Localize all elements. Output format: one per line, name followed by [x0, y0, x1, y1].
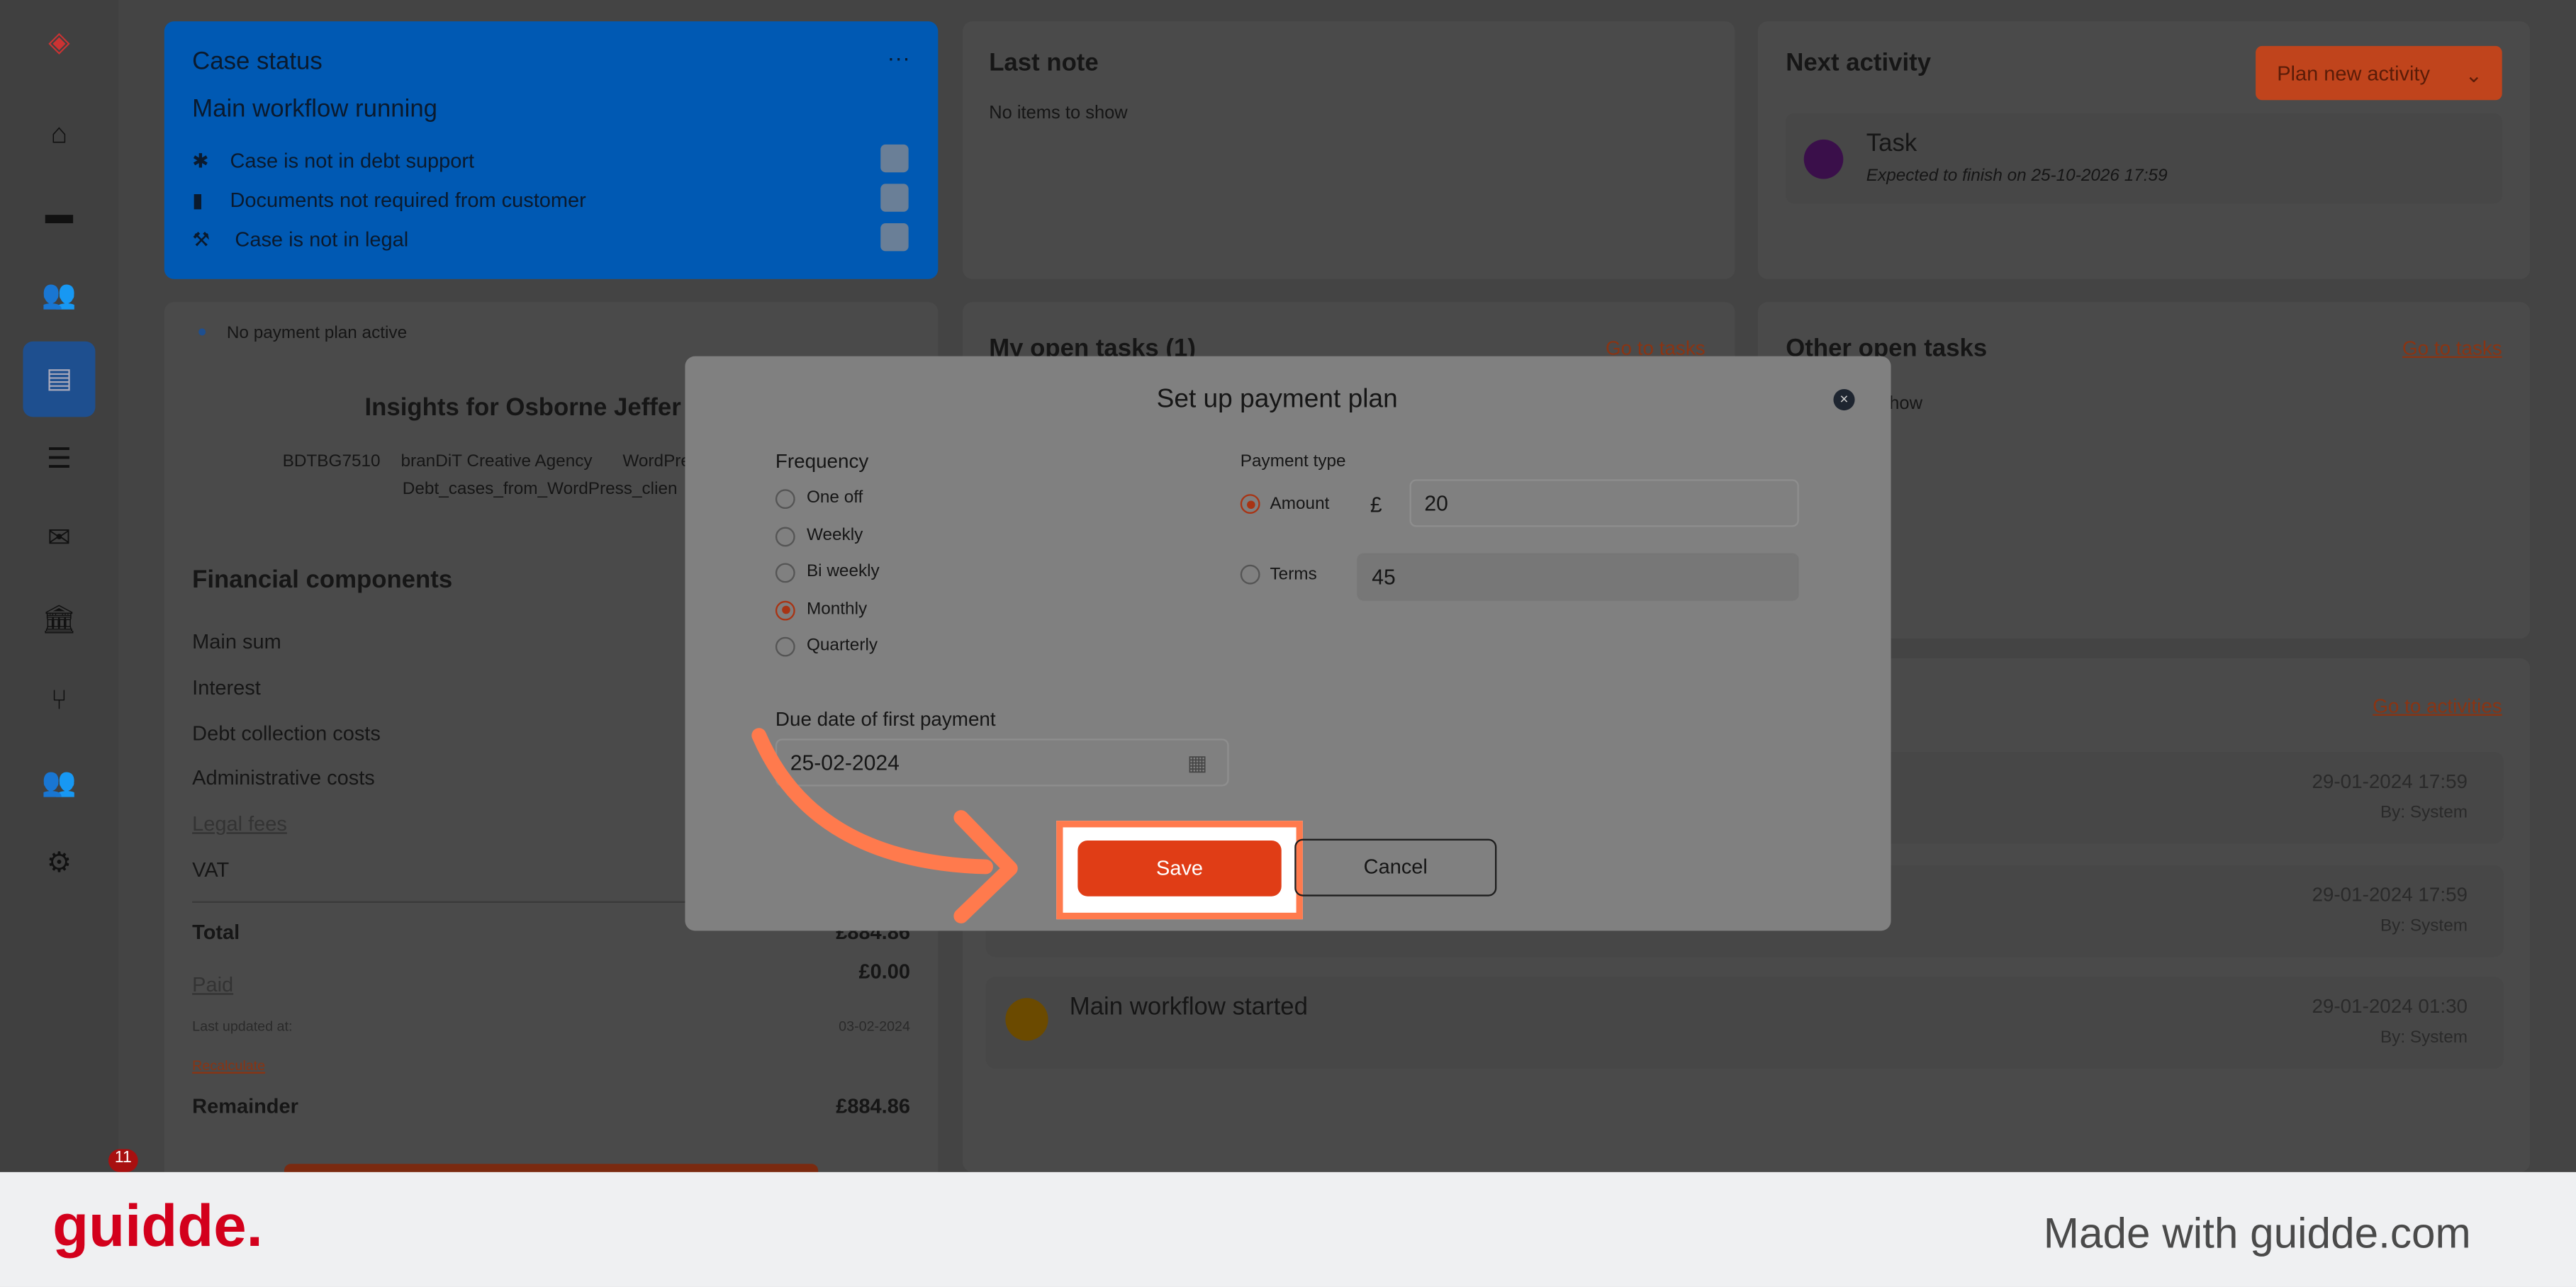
notification-badge[interactable]: 11 — [108, 1149, 138, 1172]
database-icon[interactable]: ☰ — [36, 437, 82, 483]
case-status-title: Case status — [192, 47, 323, 76]
total-label: Total — [192, 921, 240, 944]
footer-tagline: Made with guidde.com — [2043, 1208, 2471, 1258]
remainder-value: £884.86 — [836, 1094, 910, 1118]
cancel-button[interactable]: Cancel — [1294, 838, 1497, 897]
frequency-radio[interactable] — [775, 526, 795, 546]
mail-icon[interactable]: ✉ — [36, 515, 82, 561]
insights-title: Insights for Osborne Jeffer — [364, 393, 681, 422]
go-to-activities-link[interactable]: Go to activities — [2373, 695, 2502, 717]
amount-label: Amount — [1270, 494, 1330, 515]
chevron-down-icon: ⌄ — [2465, 64, 2482, 87]
status-checkbox[interactable] — [880, 144, 909, 173]
remainder-label: Remainder — [192, 1094, 298, 1118]
asterisk-icon: ✱ — [192, 149, 209, 173]
modal-title: Set up payment plan — [1156, 386, 1398, 414]
status-item: Documents not required from customer — [230, 189, 586, 212]
guidde-logo: guidde. — [52, 1191, 263, 1259]
home-icon[interactable]: ⌂ — [36, 112, 82, 158]
activity-date: 29-01-2024 17:59 — [2312, 883, 2468, 906]
next-activity-card: Next activity Plan new activity ⌄ Task Ex… — [1757, 21, 2531, 279]
bank-icon[interactable]: 🏛 — [36, 597, 82, 644]
document-icon: ▮ — [192, 189, 203, 212]
status-item: Case is not in debt support — [230, 149, 475, 173]
frequency-radio[interactable] — [775, 489, 795, 510]
footer: guidde. Made with guidde.com — [0, 1171, 2576, 1287]
gavel-icon: ⚒ — [192, 227, 211, 252]
client-name: branDiT Creative Agency — [401, 451, 593, 471]
activity-date: 29-01-2024 01:30 — [2312, 994, 2468, 1018]
currency-symbol: £ — [1370, 492, 1382, 517]
last-note-card: Last note No items to show — [963, 21, 1735, 279]
payment-type-label: Payment type — [1240, 451, 1346, 471]
activity-item[interactable]: Main workflow started 29-01-2024 01:30 B… — [985, 977, 2504, 1069]
team-icon[interactable]: 👥 — [36, 760, 82, 806]
frequency-radio[interactable] — [775, 563, 795, 583]
activity-date: 29-01-2024 17:59 — [2312, 770, 2468, 793]
ticket-icon[interactable]: ▬ — [36, 192, 82, 238]
activity-author: By: System — [2380, 1028, 2468, 1047]
financial-title: Financial components — [192, 566, 453, 595]
task-icon — [1803, 139, 1844, 179]
activity-author: By: System — [2380, 802, 2468, 823]
go-to-tasks-link[interactable]: Go to tasks — [2402, 337, 2502, 359]
source: WordPre — [622, 451, 690, 471]
calendar-icon[interactable]: ▦ — [1187, 749, 1207, 775]
id-card-icon[interactable]: ▤ — [23, 341, 96, 417]
branch-icon[interactable]: ⑂ — [36, 678, 82, 724]
terms-input[interactable]: 45 — [1357, 553, 1799, 601]
frequency-label: Frequency — [775, 449, 869, 473]
frequency-radio[interactable] — [775, 636, 795, 657]
sidebar: ◈ ⌂ ▬ 👥 ▤ ☰ ✉ 🏛 ⑂ 👥 ⚙ 11 — [0, 0, 138, 1172]
logo-icon[interactable]: ◈ — [36, 20, 82, 66]
next-activity-title: Next activity — [1786, 49, 1932, 77]
frequency-option-label: Bi weekly — [806, 561, 880, 581]
plan-new-activity-button[interactable]: Plan new activity ⌄ — [2256, 45, 2502, 101]
case-status-card: Case status ··· Main workflow running ✱ … — [164, 21, 939, 279]
terms-label: Terms — [1270, 564, 1317, 585]
frequency-option-label: Weekly — [806, 524, 863, 544]
button-label: Plan new activity — [2277, 62, 2430, 86]
updated-value: 03-02-2024 — [839, 1018, 910, 1035]
info-icon: ● — [197, 323, 208, 342]
case-id: BDTBG7510 — [282, 451, 381, 471]
terms-radio[interactable] — [1240, 564, 1260, 585]
frequency-radio[interactable] — [775, 600, 795, 620]
gear-icon[interactable]: ⚙ — [36, 841, 82, 887]
close-icon[interactable]: × — [1833, 388, 1855, 411]
case-group: Debt_cases_from_WordPress_clien — [402, 479, 678, 500]
workflow-status: Main workflow running — [192, 95, 438, 123]
updated-label: Last updated at: — [192, 1018, 293, 1035]
task-title: Task — [1866, 129, 1917, 158]
last-note-title: Last note — [989, 49, 1099, 77]
workflow-icon — [1005, 998, 1048, 1041]
task-subtitle: Expected to finish on 25-10-2026 17:59 — [1866, 165, 2168, 186]
arrow-annotation — [751, 728, 1018, 923]
more-menu-icon[interactable]: ··· — [887, 45, 910, 71]
paid-link[interactable]: Paid — [192, 974, 233, 996]
amount-radio[interactable] — [1240, 494, 1260, 515]
recalculate-link[interactable]: Recalculate — [192, 1057, 265, 1074]
status-item: Case is not in legal — [235, 227, 409, 252]
legal-fees-link[interactable]: Legal fees — [192, 813, 287, 836]
frequency-option-label: Monthly — [806, 598, 868, 619]
status-checkbox[interactable] — [880, 223, 909, 252]
amount-input[interactable]: 20 — [1409, 479, 1799, 527]
frequency-option-label: Quarterly — [806, 635, 878, 656]
empty-text: No items to show — [989, 103, 1128, 123]
payment-plan-notice: No payment plan active — [226, 323, 408, 344]
activity-author: By: System — [2380, 916, 2468, 936]
activity-title: Main workflow started — [1069, 993, 1308, 1021]
save-button[interactable]: Save — [1077, 840, 1282, 897]
users-icon[interactable]: 👥 — [36, 273, 82, 319]
paid-value: £0.00 — [858, 960, 910, 984]
empty-text: how — [1889, 393, 1923, 414]
task-item[interactable]: Task Expected to finish on 25-10-2026 17… — [1786, 113, 2502, 204]
frequency-option-label: One off — [806, 487, 863, 507]
status-checkbox[interactable] — [880, 184, 909, 212]
